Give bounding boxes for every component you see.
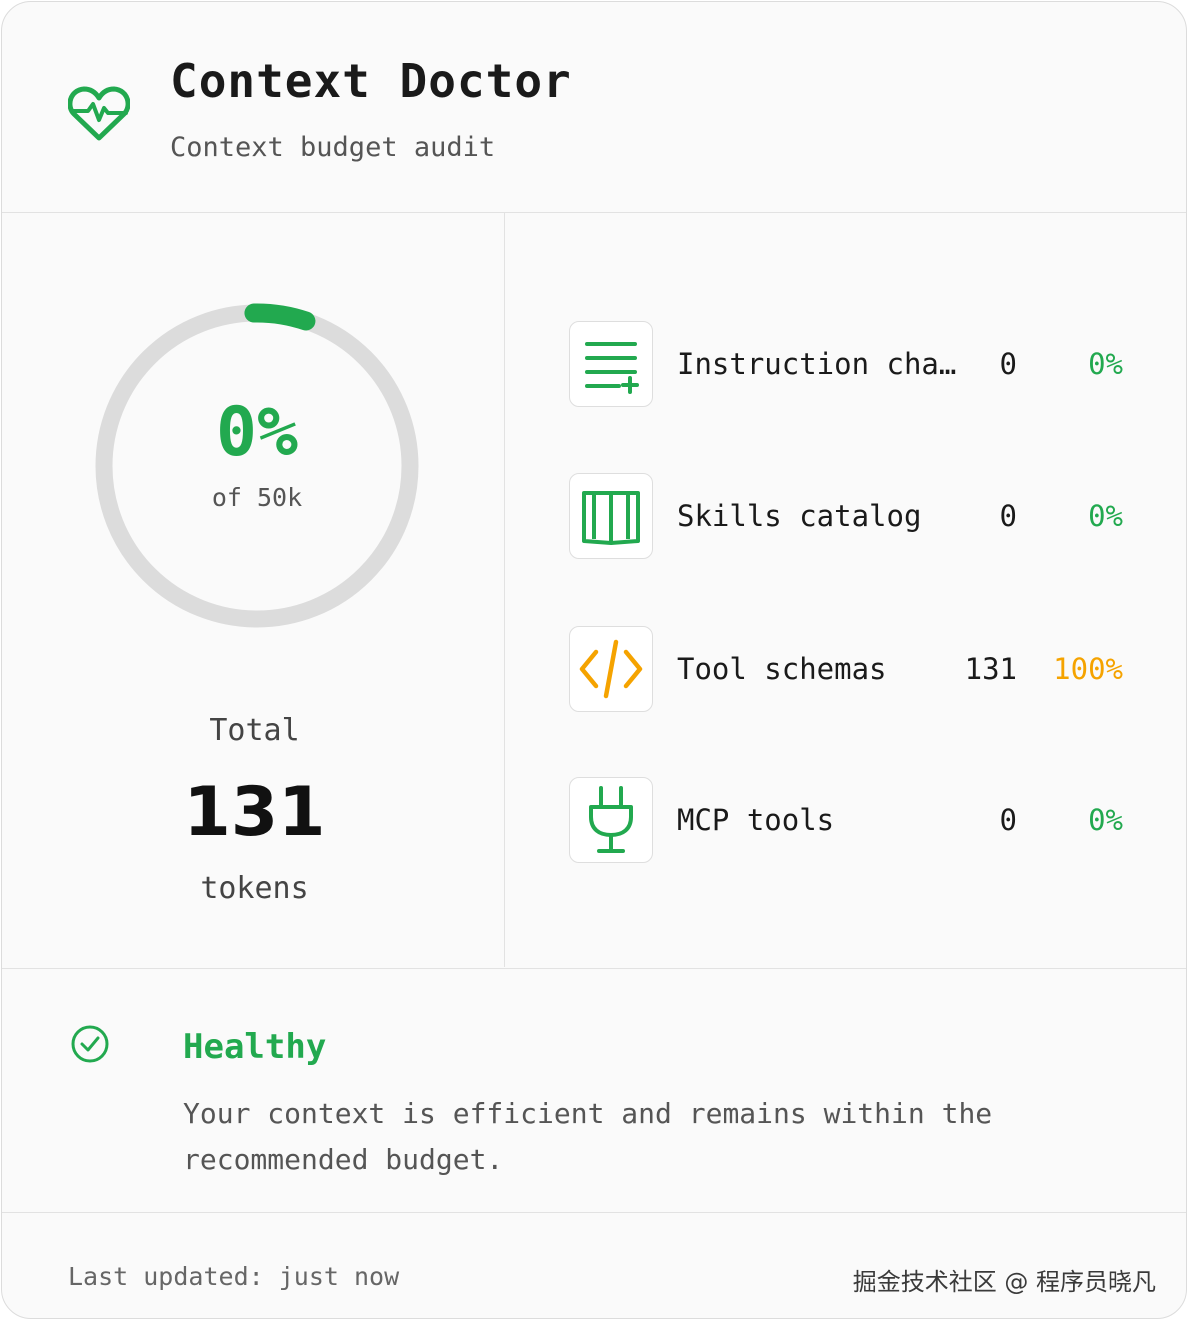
category-row-skills: Skills catalog 0 0% xyxy=(505,473,1186,563)
usage-panel: 0% of 50k Total 131 tokens xyxy=(2,213,505,967)
heartbeat-icon xyxy=(68,86,130,141)
last-updated: Last updated: just now xyxy=(68,1262,400,1291)
category-count: 131 xyxy=(964,652,1017,686)
status-message: Your context is efficient and remains wi… xyxy=(183,1097,993,1176)
category-row-instructions: Instruction cha… 0 0% xyxy=(505,321,1186,411)
page-subtitle: Context budget audit xyxy=(170,132,496,163)
category-percent: 100% xyxy=(1053,652,1123,686)
category-label: Instruction cha… xyxy=(677,347,957,381)
usage-budget: of 50k xyxy=(211,483,303,512)
usage-ring-progress xyxy=(244,303,316,331)
header: Context Doctor Context budget audit xyxy=(2,2,1186,213)
status-panel: Healthy Your context is efficient and re… xyxy=(2,968,1186,1213)
page-title: Context Doctor xyxy=(170,54,572,108)
category-list: Instruction cha… 0 0% Skills catalog 0 0… xyxy=(505,213,1186,967)
total-unit: tokens xyxy=(200,871,309,906)
category-count: 0 xyxy=(999,803,1017,837)
plug-icon xyxy=(589,786,633,853)
category-percent: 0% xyxy=(1088,499,1123,533)
category-count: 0 xyxy=(999,347,1017,381)
total-value: 131 xyxy=(183,773,326,852)
category-row-mcp-tools: MCP tools 0 0% xyxy=(505,777,1186,867)
watermark: 掘金技术社区 @ 程序员晓凡 xyxy=(852,1268,1156,1296)
status-heading: Healthy xyxy=(183,1027,327,1067)
category-label: Skills catalog xyxy=(677,499,922,533)
list-add-icon xyxy=(585,342,639,394)
category-label: MCP tools xyxy=(677,803,835,837)
category-percent: 0% xyxy=(1088,347,1123,381)
category-count: 0 xyxy=(999,499,1017,533)
category-row-tool-schemas: Tool schemas 131 100% xyxy=(505,626,1186,716)
check-circle-icon xyxy=(71,1025,109,1063)
category-label: Tool schemas xyxy=(677,652,887,686)
category-percent: 0% xyxy=(1088,803,1123,837)
code-icon xyxy=(579,639,643,699)
total-label: Total xyxy=(209,713,300,748)
context-doctor-card: Context Doctor Context budget audit 0% o… xyxy=(1,1,1187,1319)
usage-percent: 0% xyxy=(216,393,298,472)
footer: Last updated: just now 掘金技术社区 @ 程序员晓凡 xyxy=(2,1214,1186,1318)
book-icon xyxy=(582,491,640,545)
